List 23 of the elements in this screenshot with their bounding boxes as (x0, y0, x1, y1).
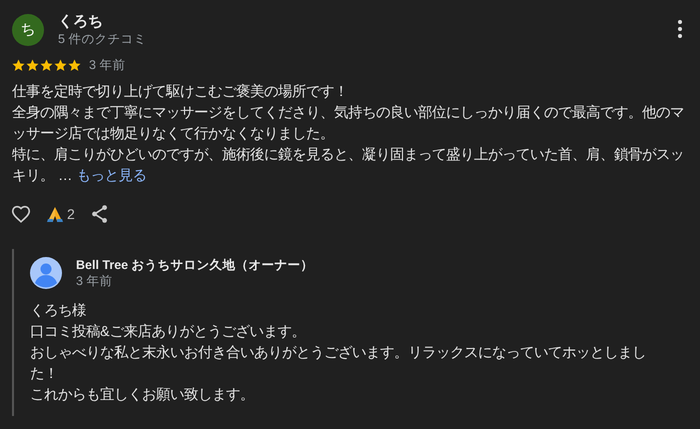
star-icon (26, 59, 39, 72)
owner-name: Bell Tree おうちサロン久地（オーナー） (76, 257, 314, 273)
reply-time: 3 年前 (76, 273, 114, 289)
star-icon (68, 59, 81, 72)
reaction-count: 2 (67, 206, 75, 222)
more-link[interactable]: もっと見る (76, 168, 146, 184)
reviewer-name[interactable]: くろち (58, 12, 146, 31)
review-text: 仕事を定時で切り上げて駆けこむご褒美の場所です！ (12, 82, 349, 102)
avatar: ち (12, 14, 44, 46)
star-icon (12, 59, 25, 72)
review-text: 特に、肩こりがひどいのですが、施術後に鏡を見ると、凝り固まって盛り上がっていた首、肩、鎖骨がスッキリ。 … もっと見る (12, 146, 684, 186)
review-text: 全身の隅々まで丁寧にマッサージをしてくださり、気持ちの良い部位にしっかり届くので最高です。他のマッサージ店では物足りなくて行かなくなりました。 (12, 104, 684, 144)
reply-text: おしゃべりな私と末永いお付き合いありがとうございます。リラックスになっていてホッとしました！ (30, 344, 647, 384)
review-time: 3 年前 (89, 57, 126, 74)
more-options-icon[interactable] (678, 20, 682, 38)
reply-text: くろち様 (30, 302, 87, 321)
reply-text: これからも宜しくお願い致します。 (30, 386, 255, 405)
star-icon (40, 59, 53, 72)
star-icon (54, 59, 67, 72)
reply-text: 口コミ投稿&ご来店ありがとうございます。 (30, 322, 307, 342)
heart-icon[interactable] (10, 203, 32, 225)
owner-avatar-icon (30, 257, 62, 289)
review-count: 5 件のクチコミ (58, 31, 146, 47)
